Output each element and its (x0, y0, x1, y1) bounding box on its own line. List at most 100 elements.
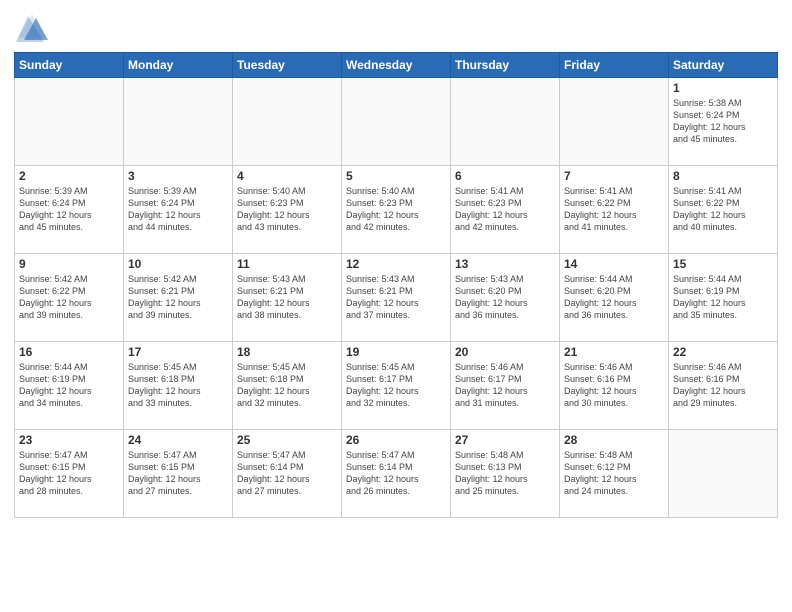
calendar-cell: 24Sunrise: 5:47 AM Sunset: 6:15 PM Dayli… (124, 430, 233, 518)
weekday-header-saturday: Saturday (669, 53, 778, 78)
week-row-0: 1 Sunrise: 5:38 AM Sunset: 6:24 PM Daylig… (15, 78, 778, 166)
calendar-cell: 7Sunrise: 5:41 AM Sunset: 6:22 PM Daylig… (560, 166, 669, 254)
day-number: 11 (237, 257, 337, 271)
day-info: Sunrise: 5:44 AM Sunset: 6:19 PM Dayligh… (19, 361, 119, 410)
calendar-cell: 6 Sunrise: 5:41 AM Sunset: 6:23 PM Daylig… (451, 166, 560, 254)
calendar-cell: 14 Sunrise: 5:44 AM Sunset: 6:20 PM Dayli… (560, 254, 669, 342)
calendar-cell: 22Sunrise: 5:46 AM Sunset: 6:16 PM Dayli… (669, 342, 778, 430)
week-row-2: 9 Sunrise: 5:42 AM Sunset: 6:22 PM Daylig… (15, 254, 778, 342)
day-info: Sunrise: 5:40 AM Sunset: 6:23 PM Dayligh… (346, 185, 446, 234)
header (14, 10, 778, 46)
week-row-4: 23 Sunrise: 5:47 AM Sunset: 6:15 PM Dayli… (15, 430, 778, 518)
day-number: 13 (455, 257, 555, 271)
calendar-body: 1 Sunrise: 5:38 AM Sunset: 6:24 PM Daylig… (15, 78, 778, 518)
calendar-cell: 20Sunrise: 5:46 AM Sunset: 6:17 PM Dayli… (451, 342, 560, 430)
day-number: 28 (564, 433, 664, 447)
day-number: 19 (346, 345, 446, 359)
week-row-3: 16 Sunrise: 5:44 AM Sunset: 6:19 PM Dayli… (15, 342, 778, 430)
calendar-cell: 27 Sunrise: 5:48 AM Sunset: 6:13 PM Dayli… (451, 430, 560, 518)
day-info: Sunrise: 5:45 AM Sunset: 6:17 PM Dayligh… (346, 361, 446, 410)
day-number: 25 (237, 433, 337, 447)
logo-icon (14, 10, 50, 46)
day-number: 20 (455, 345, 555, 359)
day-number: 9 (19, 257, 119, 271)
day-info: Sunrise: 5:46 AM Sunset: 6:16 PM Dayligh… (673, 361, 773, 410)
day-info: Sunrise: 5:41 AM Sunset: 6:23 PM Dayligh… (455, 185, 555, 234)
day-info: Sunrise: 5:40 AM Sunset: 6:23 PM Dayligh… (237, 185, 337, 234)
day-number: 27 (455, 433, 555, 447)
day-number: 5 (346, 169, 446, 183)
day-info: Sunrise: 5:43 AM Sunset: 6:21 PM Dayligh… (346, 273, 446, 322)
calendar-cell (342, 78, 451, 166)
day-info: Sunrise: 5:47 AM Sunset: 6:14 PM Dayligh… (237, 449, 337, 498)
day-info: Sunrise: 5:41 AM Sunset: 6:22 PM Dayligh… (673, 185, 773, 234)
day-info: Sunrise: 5:47 AM Sunset: 6:15 PM Dayligh… (19, 449, 119, 498)
weekday-header-wednesday: Wednesday (342, 53, 451, 78)
day-number: 10 (128, 257, 228, 271)
day-info: Sunrise: 5:42 AM Sunset: 6:22 PM Dayligh… (19, 273, 119, 322)
day-number: 23 (19, 433, 119, 447)
day-info: Sunrise: 5:44 AM Sunset: 6:20 PM Dayligh… (564, 273, 664, 322)
calendar-cell: 19 Sunrise: 5:45 AM Sunset: 6:17 PM Dayli… (342, 342, 451, 430)
day-number: 6 (455, 169, 555, 183)
day-number: 21 (564, 345, 664, 359)
day-info: Sunrise: 5:45 AM Sunset: 6:18 PM Dayligh… (237, 361, 337, 410)
calendar-cell (451, 78, 560, 166)
day-info: Sunrise: 5:48 AM Sunset: 6:13 PM Dayligh… (455, 449, 555, 498)
calendar-header: SundayMondayTuesdayWednesdayThursdayFrid… (15, 53, 778, 78)
day-number: 2 (19, 169, 119, 183)
calendar-cell (15, 78, 124, 166)
weekday-header-friday: Friday (560, 53, 669, 78)
day-info: Sunrise: 5:44 AM Sunset: 6:19 PM Dayligh… (673, 273, 773, 322)
day-number: 26 (346, 433, 446, 447)
day-info: Sunrise: 5:42 AM Sunset: 6:21 PM Dayligh… (128, 273, 228, 322)
day-info: Sunrise: 5:45 AM Sunset: 6:18 PM Dayligh… (128, 361, 228, 410)
calendar-cell: 15 Sunrise: 5:44 AM Sunset: 6:19 PM Dayli… (669, 254, 778, 342)
calendar-cell: 21 Sunrise: 5:46 AM Sunset: 6:16 PM Dayli… (560, 342, 669, 430)
day-number: 8 (673, 169, 773, 183)
day-info: Sunrise: 5:39 AM Sunset: 6:24 PM Dayligh… (19, 185, 119, 234)
weekday-row: SundayMondayTuesdayWednesdayThursdayFrid… (15, 53, 778, 78)
day-number: 15 (673, 257, 773, 271)
calendar-cell (233, 78, 342, 166)
calendar-cell: 8 Sunrise: 5:41 AM Sunset: 6:22 PM Daylig… (669, 166, 778, 254)
day-info: Sunrise: 5:47 AM Sunset: 6:14 PM Dayligh… (346, 449, 446, 498)
calendar-cell: 17 Sunrise: 5:45 AM Sunset: 6:18 PM Dayli… (124, 342, 233, 430)
calendar-cell: 1 Sunrise: 5:38 AM Sunset: 6:24 PM Daylig… (669, 78, 778, 166)
day-number: 18 (237, 345, 337, 359)
weekday-header-monday: Monday (124, 53, 233, 78)
calendar-cell (560, 78, 669, 166)
day-number: 14 (564, 257, 664, 271)
day-info: Sunrise: 5:39 AM Sunset: 6:24 PM Dayligh… (128, 185, 228, 234)
day-number: 24 (128, 433, 228, 447)
calendar-table: SundayMondayTuesdayWednesdayThursdayFrid… (14, 52, 778, 518)
day-info: Sunrise: 5:48 AM Sunset: 6:12 PM Dayligh… (564, 449, 664, 498)
day-info: Sunrise: 5:38 AM Sunset: 6:24 PM Dayligh… (673, 97, 773, 146)
calendar-cell (669, 430, 778, 518)
calendar-cell: 2 Sunrise: 5:39 AM Sunset: 6:24 PM Daylig… (15, 166, 124, 254)
week-row-1: 2 Sunrise: 5:39 AM Sunset: 6:24 PM Daylig… (15, 166, 778, 254)
day-number: 7 (564, 169, 664, 183)
calendar-cell: 13 Sunrise: 5:43 AM Sunset: 6:20 PM Dayli… (451, 254, 560, 342)
calendar-cell: 9 Sunrise: 5:42 AM Sunset: 6:22 PM Daylig… (15, 254, 124, 342)
calendar-cell: 12 Sunrise: 5:43 AM Sunset: 6:21 PM Dayli… (342, 254, 451, 342)
weekday-header-tuesday: Tuesday (233, 53, 342, 78)
calendar-cell: 3 Sunrise: 5:39 AM Sunset: 6:24 PM Daylig… (124, 166, 233, 254)
calendar-cell (124, 78, 233, 166)
calendar-cell: 11Sunrise: 5:43 AM Sunset: 6:21 PM Dayli… (233, 254, 342, 342)
weekday-header-thursday: Thursday (451, 53, 560, 78)
day-info: Sunrise: 5:43 AM Sunset: 6:20 PM Dayligh… (455, 273, 555, 322)
day-number: 12 (346, 257, 446, 271)
day-number: 17 (128, 345, 228, 359)
day-number: 1 (673, 81, 773, 95)
day-number: 16 (19, 345, 119, 359)
weekday-header-sunday: Sunday (15, 53, 124, 78)
logo (14, 10, 52, 46)
calendar-cell: 4Sunrise: 5:40 AM Sunset: 6:23 PM Daylig… (233, 166, 342, 254)
day-number: 3 (128, 169, 228, 183)
calendar-cell: 25 Sunrise: 5:47 AM Sunset: 6:14 PM Dayli… (233, 430, 342, 518)
calendar-cell: 5 Sunrise: 5:40 AM Sunset: 6:23 PM Daylig… (342, 166, 451, 254)
calendar-cell: 26 Sunrise: 5:47 AM Sunset: 6:14 PM Dayli… (342, 430, 451, 518)
calendar-cell: 28 Sunrise: 5:48 AM Sunset: 6:12 PM Dayli… (560, 430, 669, 518)
day-info: Sunrise: 5:46 AM Sunset: 6:16 PM Dayligh… (564, 361, 664, 410)
